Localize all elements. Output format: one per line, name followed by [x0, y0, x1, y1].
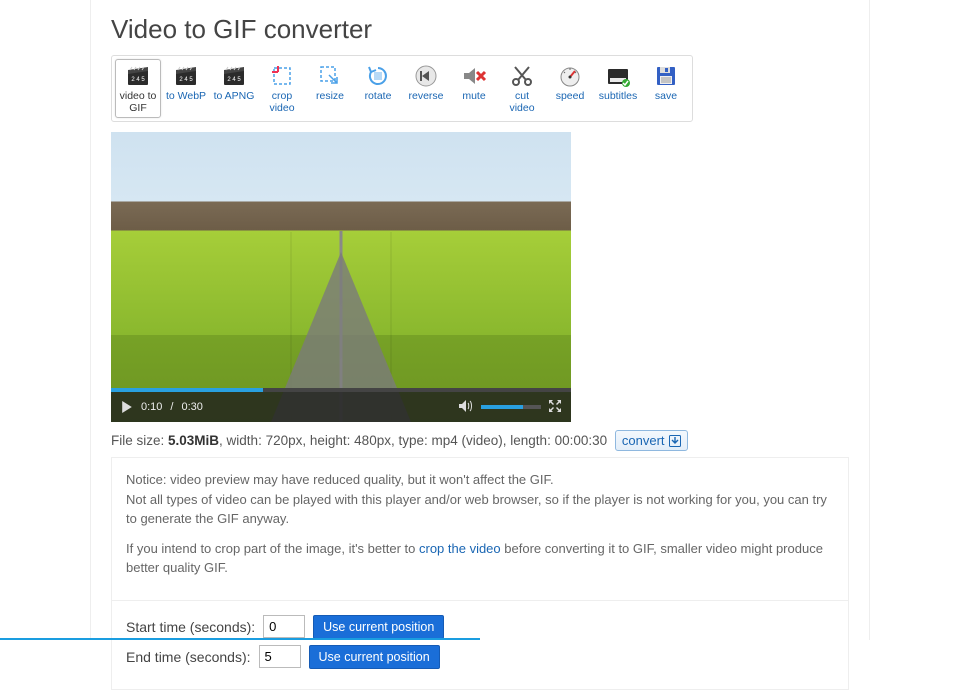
- play-icon[interactable]: [121, 401, 133, 413]
- use-current-end-button[interactable]: Use current position: [309, 645, 440, 669]
- convert-button[interactable]: convert: [615, 430, 688, 451]
- use-current-start-button[interactable]: Use current position: [313, 615, 444, 639]
- volume-slider[interactable]: [481, 405, 541, 409]
- tool-mute[interactable]: mute: [451, 59, 497, 118]
- tool-label: resize: [316, 91, 344, 103]
- tool-video-to-gif[interactable]: 2 4 5 video to GIF: [115, 59, 161, 118]
- height-label: , height:: [302, 433, 354, 448]
- tool-label: video to GIF: [117, 91, 159, 114]
- download-icon: [669, 435, 681, 447]
- filesize-value: 5.03MiB: [168, 433, 219, 448]
- time-settings: Start time (seconds): Use current positi…: [111, 601, 849, 690]
- tool-rotate[interactable]: rotate: [355, 59, 401, 118]
- tool-label: to WebP: [166, 91, 206, 103]
- filesize-label: File size:: [111, 433, 168, 448]
- clapper-245-icon: 2 4 5: [173, 63, 199, 89]
- tool-label: subtitles: [599, 91, 638, 103]
- toolbar: 2 4 5 video to GIF 2 4 5 to WebP 2 4 5 to APN…: [111, 55, 693, 122]
- height-value: 480px: [354, 433, 391, 448]
- tool-save[interactable]: save: [643, 59, 689, 118]
- video-time-separator: /: [170, 401, 173, 413]
- start-time-input[interactable]: [263, 615, 305, 638]
- video-player[interactable]: 0:10 / 0:30: [111, 132, 571, 422]
- start-time-label: Start time (seconds):: [126, 619, 255, 635]
- tool-label: mute: [462, 91, 485, 103]
- crop-video-link[interactable]: crop the video: [419, 541, 501, 556]
- end-time-label: End time (seconds):: [126, 649, 251, 665]
- end-time-input[interactable]: [259, 645, 301, 668]
- subtitles-icon: [605, 63, 631, 89]
- clapper-245-icon: 2 4 5: [125, 63, 151, 89]
- type-value: mp4 (video): [432, 433, 503, 448]
- tool-crop-video[interactable]: crop video: [259, 59, 305, 118]
- tool-resize[interactable]: resize: [307, 59, 353, 118]
- tool-label: cut video: [501, 91, 543, 114]
- tool-to-webp[interactable]: 2 4 5 to WebP: [163, 59, 209, 118]
- resize-icon: [317, 63, 343, 89]
- video-controls: 0:10 / 0:30: [111, 392, 571, 422]
- save-icon: [653, 63, 679, 89]
- speed-icon: [557, 63, 583, 89]
- crop-icon: [269, 63, 295, 89]
- type-label: , type:: [391, 433, 432, 448]
- mute-icon: [461, 63, 487, 89]
- rotate-icon: [365, 63, 391, 89]
- video-current-time: 0:10: [141, 401, 162, 413]
- video-total-time: 0:30: [181, 401, 202, 413]
- convert-button-label: convert: [622, 433, 665, 448]
- tool-label: speed: [556, 91, 585, 103]
- tool-cut-video[interactable]: cut video: [499, 59, 545, 118]
- tool-label: crop video: [261, 91, 303, 114]
- tool-subtitles[interactable]: subtitles: [595, 59, 641, 118]
- fullscreen-icon[interactable]: [549, 400, 561, 415]
- width-label: , width:: [219, 433, 266, 448]
- clapper-245-icon: 2 4 5: [221, 63, 247, 89]
- tool-to-apng[interactable]: 2 4 5 to APNG: [211, 59, 257, 118]
- video-meta: File size: 5.03MiB, width: 720px, height…: [111, 430, 849, 451]
- length-value: 00:00:30: [555, 433, 608, 448]
- svg-text:2 4 5: 2 4 5: [179, 77, 193, 83]
- notice-line-3a: If you intend to crop part of the image,…: [126, 541, 419, 556]
- reverse-icon: [413, 63, 439, 89]
- tool-label: to APNG: [214, 91, 255, 103]
- video-preview-frame: [111, 132, 571, 422]
- cut-icon: [509, 63, 535, 89]
- tool-label: reverse: [408, 91, 443, 103]
- volume-icon[interactable]: [459, 400, 473, 415]
- tool-speed[interactable]: speed: [547, 59, 593, 118]
- page-title: Video to GIF converter: [111, 0, 849, 55]
- svg-text:2 4 5: 2 4 5: [131, 77, 145, 83]
- tool-label: rotate: [365, 91, 392, 103]
- length-label: , length:: [503, 433, 555, 448]
- svg-text:2 4 5: 2 4 5: [227, 77, 241, 83]
- notice-line-1: Notice: video preview may have reduced q…: [126, 472, 554, 487]
- tool-label: save: [655, 91, 677, 103]
- notice-line-2: Not all types of video can be played wit…: [126, 492, 827, 527]
- notice-box: Notice: video preview may have reduced q…: [111, 457, 849, 601]
- tool-reverse[interactable]: reverse: [403, 59, 449, 118]
- width-value: 720px: [266, 433, 303, 448]
